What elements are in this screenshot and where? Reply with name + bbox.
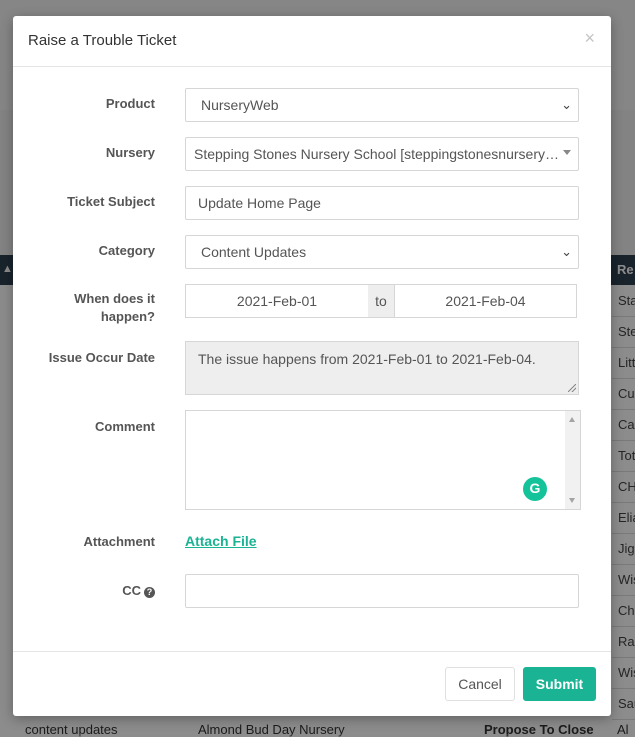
modal-header: Raise a Trouble Ticket × [13,16,611,67]
scroll-up-icon[interactable] [569,417,575,422]
attachment-label: Attachment [83,534,155,549]
occur-label: Issue Occur Date [48,350,155,365]
submit-button[interactable]: Submit [523,667,596,701]
cancel-button[interactable]: Cancel [445,667,515,701]
close-icon[interactable]: × [584,28,595,49]
date-range-picker: 2021-Feb-01 to 2021-Feb-04 [185,284,577,318]
attach-file-link[interactable]: Attach File [185,533,257,549]
occur-textarea[interactable]: The issue happens from 2021-Feb-01 to 20… [185,341,579,395]
when-label: When does it happen? [15,290,155,326]
category-value: Content Updates [201,244,307,260]
comment-scrollbar[interactable] [565,411,580,509]
comment-label: Comment [95,419,155,434]
product-label: Product [105,96,155,111]
when-label-line1: When does it [74,291,155,306]
scroll-down-icon[interactable] [569,498,575,503]
category-select[interactable]: Content Updates ⌄ [185,235,579,269]
date-range-separator: to [368,284,394,318]
trouble-ticket-modal: Raise a Trouble Ticket × Product Nursery… [13,16,611,716]
modal-title: Raise a Trouble Ticket [28,32,177,49]
product-value: NurseryWeb [201,97,279,113]
occur-value: The issue happens from 2021-Feb-01 to 20… [198,351,536,367]
grammarly-icon[interactable]: G [523,477,547,501]
nursery-label: Nursery [105,145,155,160]
start-date-input[interactable]: 2021-Feb-01 [185,284,369,318]
category-label: Category [98,243,155,258]
subject-value: Update Home Page [198,195,321,211]
resize-handle-icon[interactable] [568,384,576,392]
cc-label: CC? [15,582,155,600]
cc-label-text: CC [122,583,141,598]
subject-label: Ticket Subject [67,194,155,209]
when-label-line2: happen? [100,309,155,324]
product-select[interactable]: NurseryWeb ⌄ [185,88,579,122]
nursery-value: Stepping Stones Nursery School [stepping… [194,146,560,162]
chevron-down-icon: ⌄ [561,97,572,112]
modal-footer: Cancel Submit [13,651,611,717]
question-circle-icon[interactable]: ? [144,587,155,598]
cc-input[interactable] [185,574,579,608]
nursery-select[interactable]: Stepping Stones Nursery School [stepping… [185,137,579,171]
dropdown-arrow-icon [563,150,571,155]
subject-input[interactable]: Update Home Page [185,186,579,220]
comment-textarea[interactable]: G [185,410,581,510]
chevron-down-icon: ⌄ [561,244,572,259]
end-date-input[interactable]: 2021-Feb-04 [394,284,577,318]
